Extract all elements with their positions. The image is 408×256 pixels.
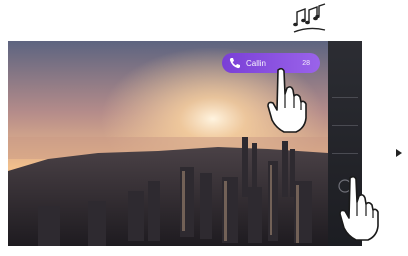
sidebar-divider (332, 153, 358, 154)
call-label: Callin (246, 58, 267, 68)
hand-pointer-icon (338, 174, 384, 247)
arrow-right-icon (396, 144, 402, 157)
hand-pointer-icon (266, 66, 310, 141)
phone-icon (228, 56, 242, 70)
sidebar-divider (332, 97, 358, 98)
sidebar-divider (332, 125, 358, 126)
music-notes-icon (291, 2, 331, 34)
